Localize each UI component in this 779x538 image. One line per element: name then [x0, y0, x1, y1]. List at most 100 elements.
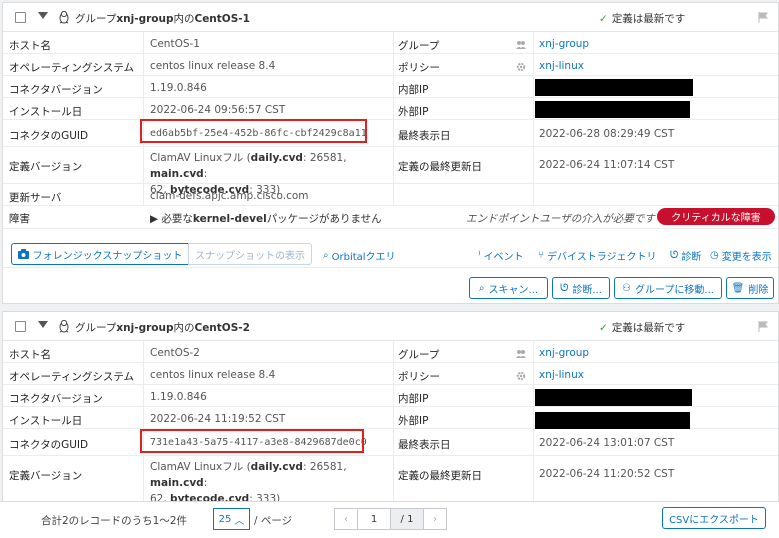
policy-label: ポリシー — [398, 62, 440, 74]
record-title: グループxnj-group内のCentOS-1 — [75, 13, 250, 25]
group-label: グループ — [398, 349, 440, 361]
guid-highlight-box — [140, 429, 364, 453]
collapse-caret-icon[interactable] — [38, 12, 48, 19]
os-label: オペレーティングシステム — [9, 371, 135, 383]
export-csv-button[interactable]: CSVにエクスポート — [662, 507, 766, 529]
scan-button[interactable]: ⌕ スキャン... — [469, 277, 548, 299]
linux-penguin-icon — [59, 319, 69, 333]
hostname-value: CentOS-2 — [150, 347, 200, 359]
last-definition-update-value: 2022-06-24 11:20:52 CST — [539, 468, 675, 480]
collapse-caret-icon[interactable] — [38, 321, 48, 328]
pagination-footer: 合計2のレコードのうち1～2件 25 ︿ / ページ ‹ 1 / 1 › CSVに… — [0, 501, 779, 538]
guid-label: コネクタのGUID — [9, 439, 89, 451]
external-ip-redacted — [535, 101, 690, 118]
policy-label: ポリシー — [398, 371, 440, 383]
clock-icon: ◷ — [710, 250, 719, 261]
check-icon: ✓ — [599, 322, 608, 334]
search-icon: ⌕ — [323, 250, 329, 261]
record-header: グループxnj-group内のCentOS-2 ✓ 定義は最新です — [3, 312, 778, 341]
fault-description[interactable]: ▶ 必要なkernel-develパッケージがありません — [150, 211, 382, 226]
last-definition-update-label: 定義の最終更新日 — [398, 161, 482, 173]
per-page-select[interactable]: 25 ︿ — [213, 508, 250, 530]
install-date-label: インストール日 — [9, 106, 83, 118]
policy-link[interactable]: xnj-linux — [539, 60, 584, 72]
camera-icon — [17, 249, 29, 259]
internal-ip-label: 内部IP — [398, 84, 429, 96]
internal-ip-redacted — [535, 79, 693, 96]
move-to-group-button[interactable]: ⚇ グループに移動... — [614, 277, 722, 299]
internal-ip-label: 内部IP — [398, 393, 429, 405]
next-page-button[interactable]: › — [423, 508, 447, 530]
flag-icon[interactable] — [758, 321, 769, 332]
diagnose-button[interactable]: ᘎ 診断... — [552, 277, 610, 299]
chevron-up-icon: ︿ — [234, 515, 245, 527]
record-title: グループxnj-group内のCentOS-2 — [75, 322, 250, 334]
update-server-label: 更新サーバ — [9, 192, 62, 204]
last-definition-update-label: 定義の最終更新日 — [398, 470, 482, 482]
delete-button[interactable]: 🗑 削除 — [726, 277, 774, 299]
stethoscope-icon: ᘎ — [560, 282, 569, 294]
users-icon: ⚇ — [622, 282, 632, 294]
select-checkbox[interactable] — [15, 321, 26, 332]
group-link[interactable]: xnj-group — [539, 347, 589, 359]
definitions-status: ✓ 定義は最新です — [599, 13, 686, 25]
os-value: centos linux release 8.4 — [150, 369, 276, 381]
fault-label: 障害 — [9, 213, 30, 225]
view-changes-link[interactable]: ◷ 変更を表示 — [710, 248, 772, 263]
definitions-status: ✓ 定義は最新です — [599, 322, 686, 334]
stethoscope-icon: ᘎ — [670, 250, 679, 261]
check-icon: ✓ — [599, 13, 608, 25]
last-definition-update-value: 2022-06-24 11:07:14 CST — [539, 159, 675, 171]
connector-version-label: コネクタバージョン — [9, 84, 103, 96]
computer-record-centos-2: グループxnj-group内のCentOS-2 ✓ 定義は最新です ホスト名 Cen… — [2, 311, 779, 505]
group-link[interactable]: xnj-group — [539, 38, 589, 50]
external-ip-label: 外部IP — [398, 106, 429, 118]
forensic-snapshot-button[interactable]: フォレンジックスナップショット — [11, 243, 189, 265]
hostname-value: CentOS-1 — [150, 38, 200, 50]
last-seen-value: 2022-06-24 13:01:07 CST — [539, 437, 675, 449]
page-total: / 1 — [390, 508, 424, 530]
chevron-right-icon: › — [433, 513, 437, 525]
per-page-label: / ページ — [254, 515, 293, 527]
connector-version-label: コネクタバージョン — [9, 393, 103, 405]
os-label: オペレーティングシステム — [9, 62, 135, 74]
linux-penguin-icon — [59, 10, 69, 24]
view-snapshot-button[interactable]: スナップショットの表示 — [188, 243, 312, 265]
chevron-left-icon: ‹ — [344, 513, 348, 525]
flag-icon[interactable] — [758, 12, 769, 23]
external-ip-redacted — [535, 412, 690, 429]
guid-highlight-box — [140, 119, 367, 143]
install-date-label: インストール日 — [9, 415, 83, 427]
prev-page-button[interactable]: ‹ — [334, 508, 358, 530]
connector-version-value: 1.19.0.846 — [150, 82, 207, 94]
events-icon: ⁾ — [478, 250, 481, 261]
diagnose-link[interactable]: ᘎ 診断 — [670, 248, 701, 263]
install-date-value: 2022-06-24 09:56:57 CST — [150, 104, 286, 116]
update-server-value: clam-defs.apjc.amp.cisco.com — [150, 190, 309, 202]
internal-ip-redacted — [535, 389, 692, 406]
install-date-value: 2022-06-24 11:19:52 CST — [150, 413, 286, 425]
group-users-icon — [516, 41, 526, 49]
select-checkbox[interactable] — [15, 12, 26, 23]
definition-version-label: 定義バージョン — [9, 470, 83, 482]
policy-gear-icon — [516, 62, 526, 72]
os-value: centos linux release 8.4 — [150, 60, 276, 72]
device-trajectory-link[interactable]: ⑂ デバイストラジェクトリ — [538, 248, 657, 263]
expand-arrow-icon: ▶ — [150, 213, 162, 225]
orbital-query-link[interactable]: ⌕ Orbitalクエリ — [323, 248, 396, 263]
guid-label: コネクタのGUID — [9, 130, 89, 142]
critical-fault-badge: クリティカルな障害 — [657, 208, 775, 225]
external-ip-label: 外部IP — [398, 415, 429, 427]
last-seen-value: 2022-06-28 08:29:49 CST — [539, 128, 675, 140]
definition-version-value: ClamAV Linuxフル (daily.cvd: 26581, main.c… — [150, 461, 347, 505]
page-input[interactable]: 1 — [357, 508, 391, 530]
hostname-label: ホスト名 — [9, 40, 51, 52]
computer-record-centos-1: グループxnj-group内のCentOS-1 ✓ 定義は最新です ホスト名 Cen… — [2, 2, 779, 304]
policy-link[interactable]: xnj-linux — [539, 369, 584, 381]
fault-note: エンドポイントユーザの介入が必要です — [466, 213, 655, 225]
hostname-label: ホスト名 — [9, 349, 51, 361]
events-link[interactable]: ⁾ イベント — [478, 248, 523, 263]
policy-gear-icon — [516, 371, 526, 381]
definition-version-label: 定義バージョン — [9, 161, 83, 173]
record-header: グループxnj-group内のCentOS-1 ✓ 定義は最新です — [3, 3, 778, 32]
